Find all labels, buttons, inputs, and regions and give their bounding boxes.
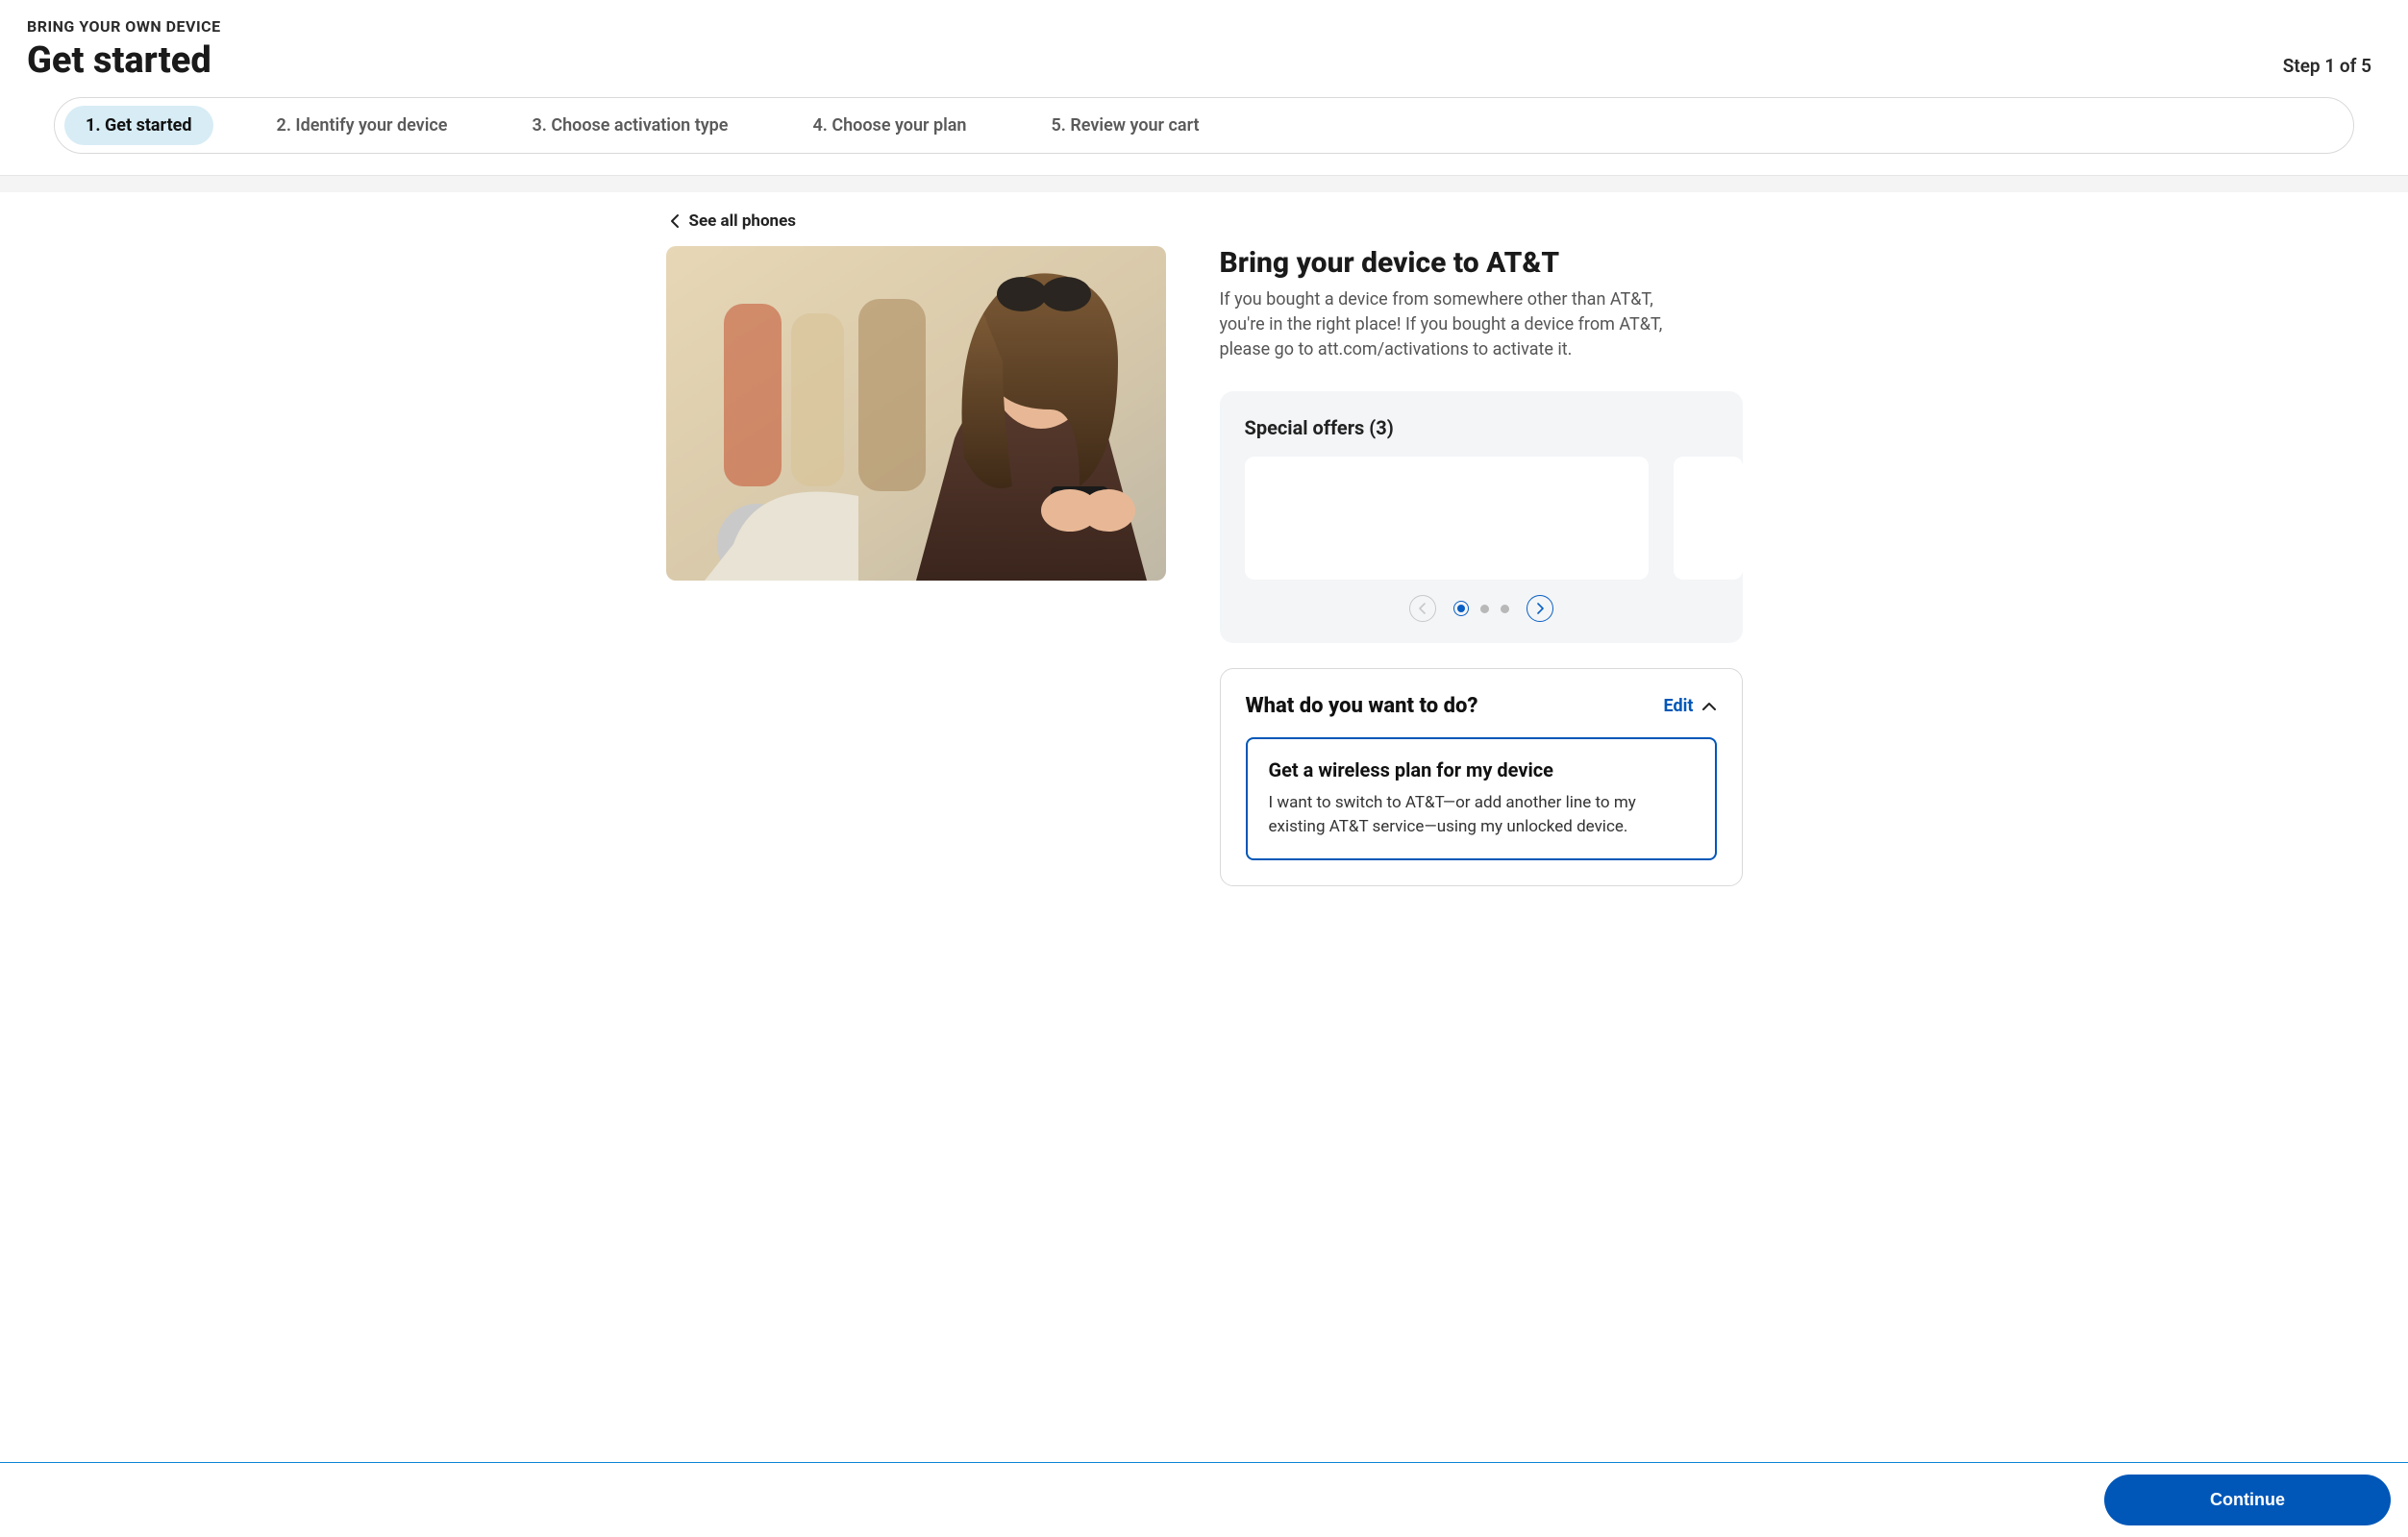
back-link-label: See all phones <box>689 211 797 231</box>
edit-toggle[interactable]: Edit <box>1664 696 1717 716</box>
stepper: 1. Get started 2. Identify your device 3… <box>54 97 2354 154</box>
chevron-left-icon <box>1418 603 1427 614</box>
chevron-right-icon <box>1535 603 1545 614</box>
offers-pagination-dots <box>1453 601 1509 616</box>
section-title: Bring your device to AT&T <box>1220 246 1743 280</box>
offers-next-button[interactable] <box>1527 595 1553 622</box>
question-title: What do you want to do? <box>1246 694 1478 718</box>
chevron-up-icon <box>1701 701 1717 712</box>
question-card: What do you want to do? Edit Get a wirel… <box>1220 668 1743 885</box>
offers-prev-button[interactable] <box>1409 595 1436 622</box>
step-review-cart[interactable]: 5. Review your cart <box>1030 106 1221 145</box>
step-identify-device[interactable]: 2. Identify your device <box>256 106 469 145</box>
step-activation-type[interactable]: 3. Choose activation type <box>510 106 749 145</box>
divider <box>0 175 2408 192</box>
footer-bar: Continue <box>0 1462 2408 1537</box>
step-get-started[interactable]: 1. Get started <box>64 106 213 145</box>
option-title: Get a wireless plan for my device <box>1269 758 1694 781</box>
continue-button[interactable]: Continue <box>2104 1475 2391 1525</box>
back-link-see-all-phones[interactable]: See all phones <box>666 208 797 246</box>
special-offers-title: Special offers (3) <box>1245 416 1718 439</box>
option-description: I want to switch to AT&T—or add another … <box>1269 791 1694 838</box>
eyebrow: BRING YOUR OWN DEVICE <box>27 17 2381 36</box>
step-indicator: Step 1 of 5 <box>2283 55 2381 77</box>
step-choose-plan[interactable]: 4. Choose your plan <box>792 106 988 145</box>
page-title: Get started <box>27 39 211 82</box>
edit-label: Edit <box>1664 696 1694 716</box>
pagination-dot[interactable] <box>1453 601 1469 616</box>
pagination-dot[interactable] <box>1501 605 1509 613</box>
option-get-wireless-plan[interactable]: Get a wireless plan for my device I want… <box>1246 737 1717 859</box>
offer-slot[interactable] <box>1674 457 1743 580</box>
pagination-dot[interactable] <box>1480 605 1489 613</box>
chevron-left-icon <box>670 213 682 229</box>
offer-slot[interactable] <box>1245 457 1649 580</box>
hero-image <box>666 246 1166 581</box>
special-offers-card: Special offers (3) <box>1220 391 1743 643</box>
section-description: If you bought a device from somewhere ot… <box>1220 287 1681 362</box>
